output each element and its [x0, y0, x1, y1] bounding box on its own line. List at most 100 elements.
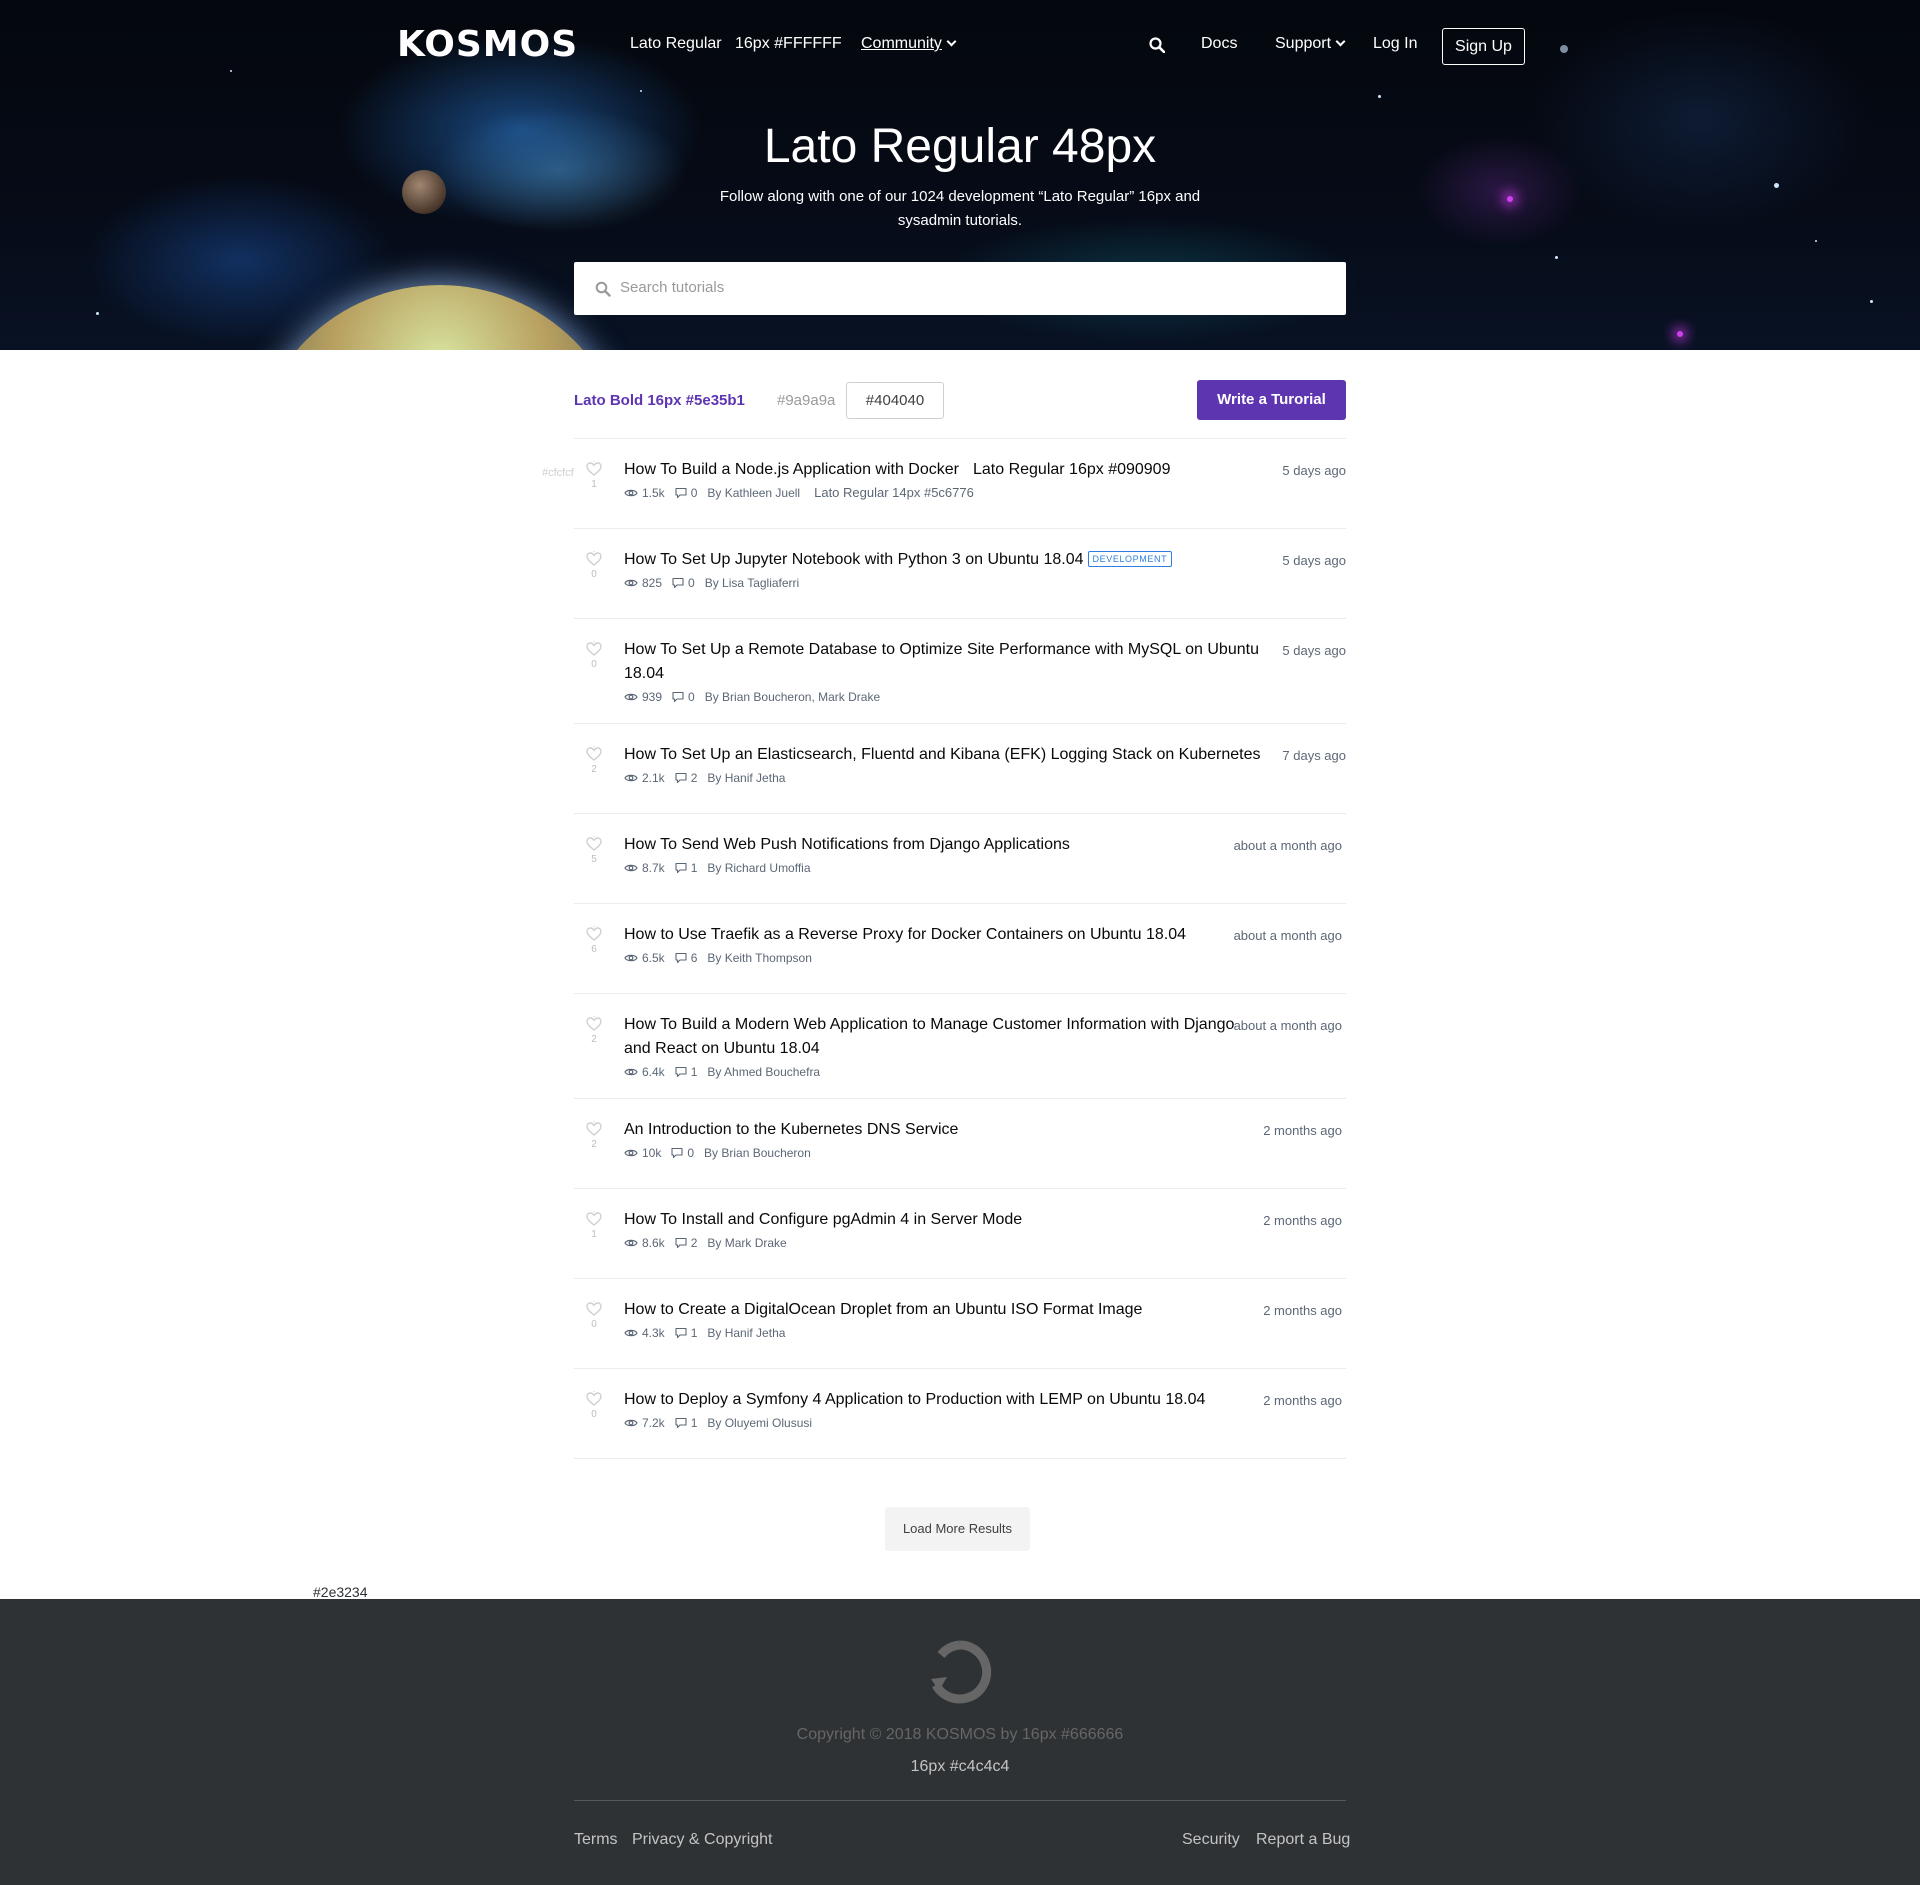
tutorial-title-text: How To Build a Node.js Application with …	[624, 461, 959, 478]
top-nav: KOSMOS Lato Regular 16px #FFFFFF Communi…	[0, 0, 1920, 90]
footer-divider	[574, 1800, 1346, 1801]
filter-tab-muted[interactable]: #9a9a9a	[777, 391, 835, 411]
tutorial-row[interactable]: 6 How to Use Traefik as a Reverse Proxy f…	[574, 903, 1346, 993]
comment-count: 2	[690, 771, 698, 785]
published-time: 2 months ago	[1263, 1123, 1342, 1138]
footer-link-security[interactable]: Security	[1182, 1830, 1240, 1850]
nav-community-dropdown[interactable]: Community	[861, 34, 957, 54]
tutorial-title-text: How To Send Web Push Notifications from …	[624, 836, 1070, 853]
nav-community-label: Community	[861, 35, 942, 52]
tutorial-title-text: An Introduction to the Kubernetes DNS Se…	[624, 1121, 959, 1138]
eye-icon	[624, 1419, 638, 1427]
heart-icon	[586, 926, 602, 941]
tutorial-title[interactable]: How to Use Traefik as a Reverse Proxy fo…	[624, 923, 1264, 947]
nav-link-docs[interactable]: Docs	[1201, 34, 1237, 54]
vote-button[interactable]: 0	[574, 1301, 614, 1331]
tutorial-meta: 8.7k 1 By Richard Umoffia	[624, 860, 1346, 876]
author-link[interactable]: By Mark Drake	[707, 1235, 786, 1251]
comment-icon	[675, 1327, 687, 1339]
tutorial-title[interactable]: How To Build a Node.js Application with …	[624, 458, 1264, 482]
tutorial-title[interactable]: How To Set Up Jupyter Notebook with Pyth…	[624, 548, 1264, 572]
tutorial-title-text: How To Set Up an Elasticsearch, Fluentd …	[624, 746, 1261, 763]
author-link[interactable]: By Hanif Jetha	[707, 770, 785, 786]
vote-button[interactable]: 0	[574, 641, 614, 671]
author-link[interactable]: By Brian Boucheron	[704, 1145, 811, 1161]
footer-link-terms[interactable]: Terms	[574, 1830, 618, 1850]
meta-style-note: Lato Regular 14px #5c6776	[814, 485, 974, 500]
vote-button[interactable]: 2	[574, 746, 614, 776]
nav-link-login[interactable]: Log In	[1373, 34, 1417, 54]
heart-icon	[586, 1301, 602, 1316]
nav-support-dropdown[interactable]: Support	[1275, 34, 1346, 54]
eye-icon	[624, 774, 638, 782]
vote-button[interactable]: 0	[574, 1391, 614, 1421]
tutorial-row[interactable]: 1 How To Install and Configure pgAdmin 4 …	[574, 1188, 1346, 1278]
tutorial-row[interactable]: 0 How to Create a DigitalOcean Droplet fr…	[574, 1278, 1346, 1368]
published-time: 5 days ago	[1282, 553, 1346, 568]
view-count: 6.5k	[642, 951, 665, 965]
vote-button[interactable]: 1	[574, 461, 614, 491]
footer-link-report-bug[interactable]: Report a Bug	[1256, 1830, 1350, 1850]
tutorial-title[interactable]: How To Build a Modern Web Application to…	[624, 1013, 1264, 1061]
write-tutorial-button[interactable]: Write a Turorial	[1197, 380, 1346, 420]
author-link[interactable]: By Hanif Jetha	[707, 1325, 785, 1341]
heart-icon	[586, 461, 602, 476]
tutorial-row[interactable]: 2 How To Set Up an Elasticsearch, Fluentd…	[574, 723, 1346, 813]
tutorial-row[interactable]: 1 #cfcfcf How To Build a Node.js Applicati…	[542, 438, 1346, 528]
tutorial-title-text: How To Set Up a Remote Database to Optim…	[624, 641, 1259, 682]
heart-icon	[586, 641, 602, 656]
tutorial-row[interactable]: 0 How To Set Up Jupyter Notebook with Pyt…	[574, 528, 1346, 618]
search-input[interactable]: Search tutorials	[574, 262, 1346, 315]
tutorial-title[interactable]: An Introduction to the Kubernetes DNS Se…	[624, 1118, 1264, 1142]
filter-tab-active[interactable]: Lato Bold 16px #5e35b1	[574, 391, 745, 411]
vote-button[interactable]: 5	[574, 836, 614, 866]
published-time: 2 months ago	[1263, 1303, 1342, 1318]
heart-icon	[586, 551, 602, 566]
tutorial-row[interactable]: 2 How To Build a Modern Web Application t…	[574, 993, 1346, 1098]
tutorial-title-text: How to Deploy a Symfony 4 Application to…	[624, 1391, 1206, 1408]
tutorial-row[interactable]: 5 How To Send Web Push Notifications from…	[574, 813, 1346, 903]
tutorial-row[interactable]: 0 How to Deploy a Symfony 4 Application t…	[574, 1368, 1346, 1459]
vote-button[interactable]: 2	[574, 1016, 614, 1046]
author-link[interactable]: By Oluyemi Olususi	[707, 1415, 812, 1431]
kosmos-footer-logo-icon[interactable]	[927, 1639, 993, 1705]
tutorial-title[interactable]: How To Set Up an Elasticsearch, Fluentd …	[624, 743, 1264, 767]
author-link[interactable]: By Ahmed Bouchefra	[707, 1064, 820, 1080]
tutorial-title-text: How to Create a DigitalOcean Droplet fro…	[624, 1301, 1143, 1318]
vote-button[interactable]: 2	[574, 1121, 614, 1151]
comment-icon	[675, 1066, 687, 1078]
vote-button[interactable]: 6	[574, 926, 614, 956]
tutorial-row[interactable]: 0 How To Set Up a Remote Database to Opti…	[574, 618, 1346, 723]
kosmos-logo[interactable]: KOSMOS	[397, 24, 578, 66]
load-more-button[interactable]: Load More Results	[885, 1507, 1030, 1551]
view-count: 1.5k	[642, 486, 665, 500]
author-link[interactable]: By Lisa Tagliaferri	[705, 575, 800, 591]
tutorial-title[interactable]: How to Create a DigitalOcean Droplet fro…	[624, 1298, 1264, 1322]
heart-icon	[586, 836, 602, 851]
signup-button[interactable]: Sign Up	[1442, 28, 1525, 65]
tutorial-meta: 6.5k 6 By Keith Thompson	[624, 950, 1346, 966]
footer-link-privacy[interactable]: Privacy & Copyright	[632, 1830, 773, 1850]
author-link[interactable]: By Keith Thompson	[707, 950, 812, 966]
filter-tab-boxed[interactable]: #404040	[846, 382, 944, 419]
vote-button[interactable]: 1	[574, 1211, 614, 1241]
author-link[interactable]: By Kathleen Juell	[707, 485, 800, 501]
tutorial-title[interactable]: How to Deploy a Symfony 4 Application to…	[624, 1388, 1264, 1412]
author-link[interactable]: By Brian Boucheron, Mark Drake	[705, 689, 880, 705]
tutorial-title[interactable]: How To Set Up a Remote Database to Optim…	[624, 638, 1264, 686]
category-badge[interactable]: DEVELOPMENT	[1087, 551, 1173, 567]
tutorial-title[interactable]: How To Send Web Push Notifications from …	[624, 833, 1264, 857]
tutorial-meta: 8.6k 2 By Mark Drake	[624, 1235, 1346, 1251]
vote-button[interactable]: 0	[574, 551, 614, 581]
tutorial-meta: 1.5k 0 By Kathleen Juell Lato Regular 14px …	[624, 485, 1346, 501]
published-time: about a month ago	[1233, 1018, 1342, 1033]
tutorial-meta: 7.2k 1 By Oluyemi Olususi	[624, 1415, 1346, 1431]
nav-link-16px[interactable]: 16px #FFFFFF	[735, 34, 842, 54]
comment-icon	[675, 952, 687, 964]
comment-count: 0	[688, 690, 695, 704]
tutorial-title[interactable]: How To Install and Configure pgAdmin 4 i…	[624, 1208, 1264, 1232]
author-link[interactable]: By Richard Umoffia	[707, 860, 810, 876]
nav-link-lato-regular[interactable]: Lato Regular	[630, 34, 722, 54]
tutorial-row[interactable]: 2 An Introduction to the Kubernetes DNS S…	[574, 1098, 1346, 1188]
search-icon[interactable]	[1149, 37, 1165, 53]
